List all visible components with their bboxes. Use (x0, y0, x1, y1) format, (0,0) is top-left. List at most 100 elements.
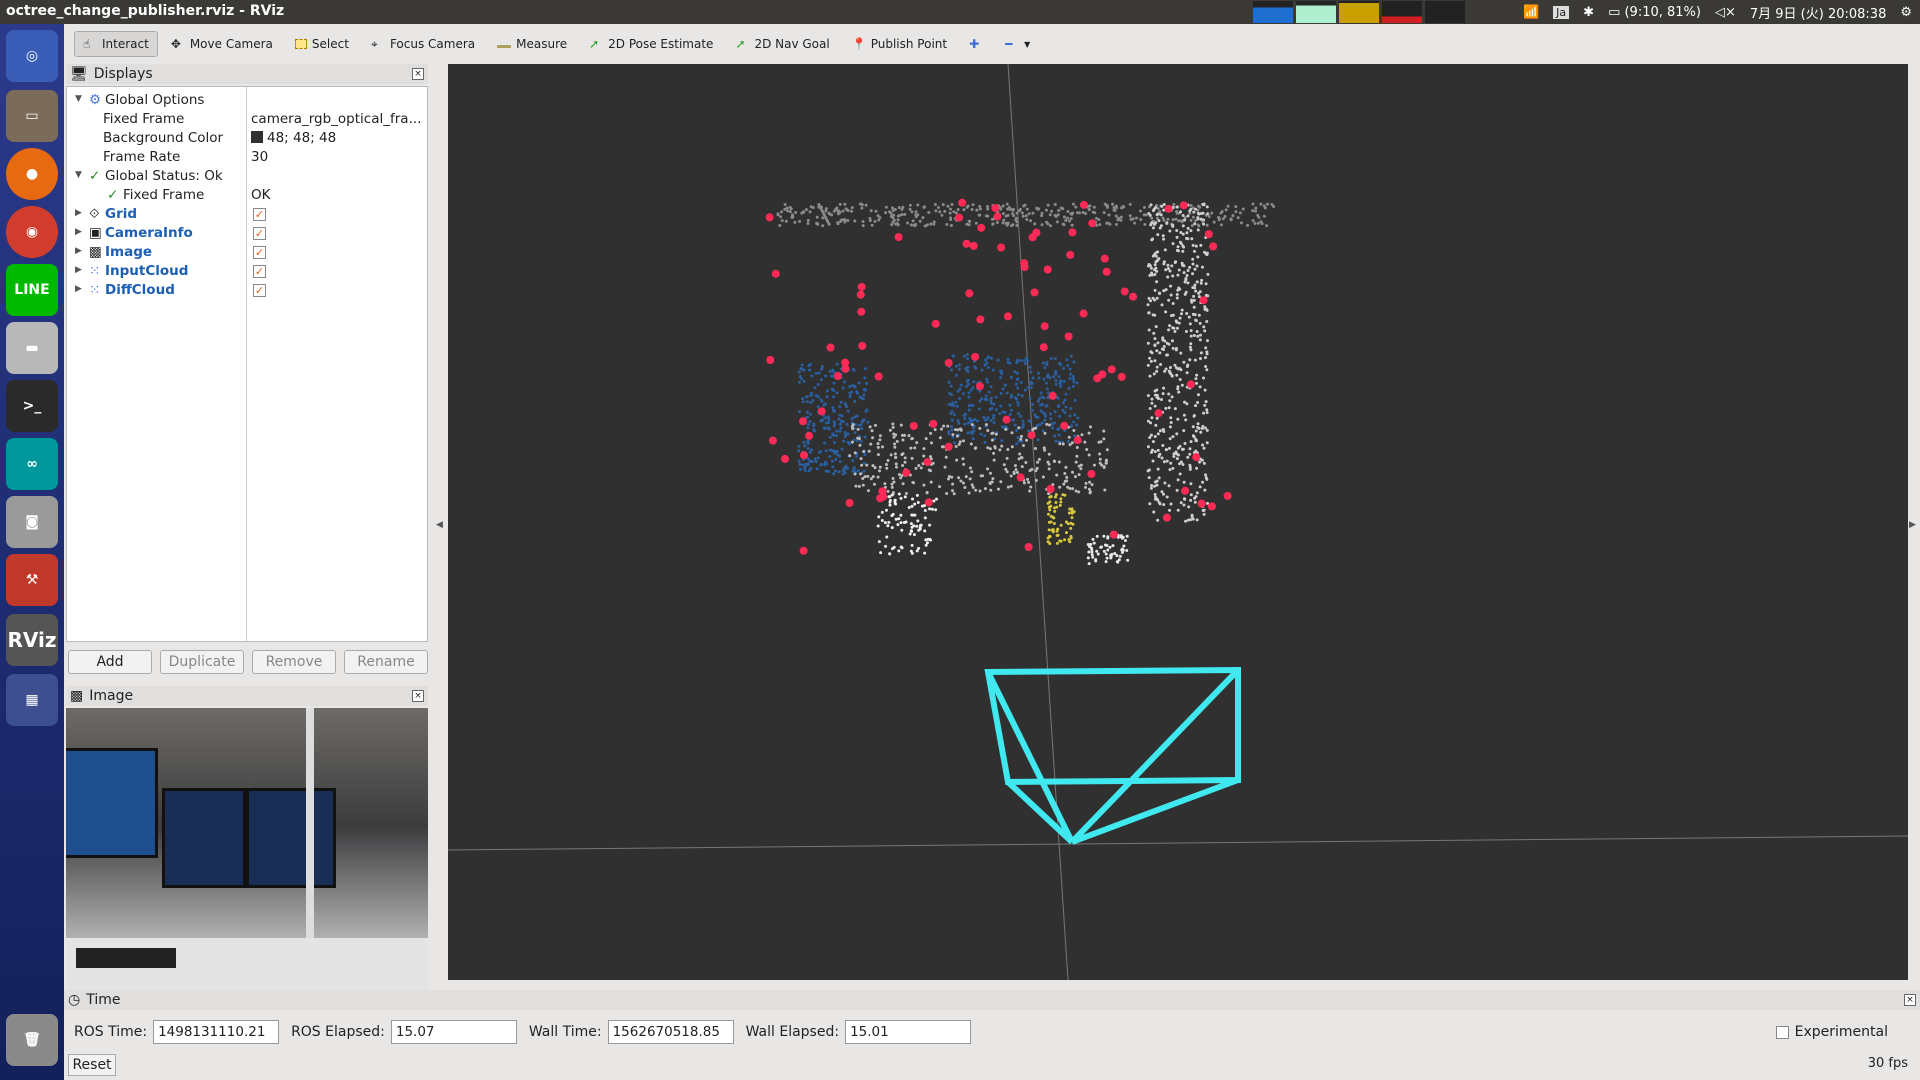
cloud-point (1048, 495, 1052, 499)
firefox-icon[interactable]: ● (6, 148, 58, 200)
add-tool-button[interactable]: ✚ (960, 31, 992, 57)
render-view[interactable] (448, 64, 1908, 980)
cloud-point (1046, 203, 1050, 207)
experimental-toggle[interactable]: Experimental (1775, 1024, 1888, 1040)
cloud-point (1111, 202, 1115, 206)
tool-2d-pose-estimate[interactable]: ➚ 2D Pose Estimate (580, 31, 722, 57)
enable-checkbox[interactable]: ✓ (253, 265, 266, 278)
tool-measure[interactable]: Measure (488, 31, 576, 57)
cloud-point (1191, 517, 1195, 521)
enable-checkbox[interactable]: ✓ (253, 246, 266, 259)
arduino-icon[interactable]: ∞ (6, 438, 58, 490)
clock[interactable]: 7月 9日 (火) 20:08:38 (1750, 3, 1886, 22)
tree-row-fixed-frame[interactable]: Fixed Frame camera_rgb_optical_fra... (67, 110, 427, 129)
reset-button[interactable]: Reset (68, 1054, 116, 1076)
wall-time-field[interactable]: 1562670518.85 (607, 1020, 734, 1044)
add-button[interactable]: Add (68, 650, 152, 674)
volume-icon[interactable]: ◁× (1715, 5, 1736, 20)
expand-arrow-icon[interactable]: ▼ (75, 94, 82, 104)
tree-row-grid[interactable]: ▶ ⟐ Grid ✓ (67, 205, 427, 224)
tree-row-inputcloud[interactable]: ▶ ⁙ InputCloud ✓ (67, 262, 427, 281)
cloud-point (1176, 417, 1180, 421)
remove-button[interactable]: Remove (252, 650, 336, 674)
tree-row-global-status[interactable]: ▼ ✓ Global Status: Ok (67, 167, 427, 186)
tree-value[interactable]: camera_rgb_optical_fra... (251, 111, 421, 127)
files-icon[interactable]: ▭ (6, 90, 58, 142)
close-icon[interactable]: × (412, 68, 424, 80)
enable-checkbox[interactable]: ✓ (253, 227, 266, 240)
chrome-icon[interactable]: ◉ (6, 206, 58, 258)
cloud-point (945, 492, 949, 496)
cloud-point (1146, 469, 1150, 473)
cloud-point (1181, 224, 1185, 228)
rename-button[interactable]: Rename (344, 650, 428, 674)
experimental-checkbox[interactable] (1775, 1025, 1789, 1039)
ros-elapsed-field[interactable]: 15.07 (390, 1020, 517, 1044)
trash-icon[interactable]: 🗑 (6, 1014, 58, 1066)
close-icon[interactable]: × (1904, 994, 1916, 1006)
cloud-point (812, 428, 816, 432)
settings-icon[interactable]: ⚒ (6, 554, 58, 606)
cloud-point (1040, 403, 1044, 407)
cloud-point (853, 219, 857, 223)
ros-time-field[interactable]: 1498131110.21 (153, 1020, 280, 1044)
cloud-point (1067, 538, 1071, 542)
expand-arrow-icon[interactable]: ▶ (75, 246, 82, 256)
collapse-left-icon[interactable]: ◀ (436, 520, 443, 530)
remove-tool-button[interactable]: ━ ▼ (996, 31, 1039, 57)
cloud-point (1253, 221, 1257, 225)
tool-2d-nav-goal[interactable]: ➚ 2D Nav Goal (726, 31, 838, 57)
disk-icon[interactable]: ▬ (6, 322, 58, 374)
cloud-point (873, 466, 877, 470)
cloud-point (1189, 218, 1193, 222)
line-icon[interactable]: LINE (6, 264, 58, 316)
tool-interact[interactable]: ☝ Interact (74, 31, 158, 57)
cloud-point (1189, 440, 1193, 444)
cloud-point (806, 426, 810, 430)
terminal-icon[interactable]: >_ (6, 380, 58, 432)
expand-arrow-icon[interactable]: ▶ (75, 208, 82, 218)
rviz-icon[interactable]: RViz (6, 614, 58, 666)
diff-point (833, 372, 842, 381)
enable-checkbox[interactable]: ✓ (253, 208, 266, 221)
cloud-point (860, 427, 864, 431)
cloud-point (850, 206, 854, 210)
cloud-point (1184, 519, 1188, 523)
tree-row-fixed-frame-status[interactable]: ✓ Fixed Frame OK (67, 186, 427, 205)
tool-select[interactable]: Select (286, 31, 358, 57)
bluetooth-icon[interactable]: ✱ (1583, 5, 1594, 20)
cloud-point (995, 220, 999, 224)
tree-row-background-color[interactable]: Background Color 48; 48; 48 (67, 129, 427, 148)
battery-indicator[interactable]: ▭ (9:10, 81%) (1608, 5, 1701, 20)
collapse-right-icon[interactable]: ▶ (1909, 520, 1916, 530)
tree-row-global-options[interactable]: ▼ ⚙ Global Options (67, 91, 427, 110)
tree-row-frame-rate[interactable]: Frame Rate 30 (67, 148, 427, 167)
tree-row-image[interactable]: ▶ ▩ Image ✓ (67, 243, 427, 262)
expand-arrow-icon[interactable]: ▶ (75, 227, 82, 237)
cloud-point (939, 427, 943, 431)
enable-checkbox[interactable]: ✓ (253, 284, 266, 297)
wifi-icon[interactable]: 📶 (1523, 5, 1539, 20)
tree-value[interactable]: 30 (251, 149, 268, 165)
cloud-point (1176, 245, 1180, 249)
wall-elapsed-field[interactable]: 15.01 (845, 1020, 972, 1044)
cloud-point (923, 551, 927, 555)
cloud-point (1161, 443, 1165, 447)
tool-publish-point[interactable]: 📍 Publish Point (843, 31, 956, 57)
duplicate-button[interactable]: Duplicate (160, 650, 244, 674)
tree-value[interactable]: 48; 48; 48 (251, 130, 336, 146)
workspace-icon[interactable]: ▦ (6, 674, 58, 726)
gear-icon[interactable]: ⚙ (1900, 5, 1912, 20)
tool-move-camera[interactable]: ✥ Move Camera (162, 31, 282, 57)
expand-arrow-icon[interactable]: ▶ (75, 265, 82, 275)
expand-arrow-icon[interactable]: ▼ (75, 170, 82, 180)
cloud-point (1153, 404, 1157, 408)
ubuntu-dash-icon[interactable]: ◎ (6, 30, 58, 82)
tool-focus-camera[interactable]: ⌖ Focus Camera (362, 31, 484, 57)
tree-row-diffcloud[interactable]: ▶ ⁙ DiffCloud ✓ (67, 281, 427, 300)
close-icon[interactable]: × (412, 690, 424, 702)
camera-icon[interactable]: ◙ (6, 496, 58, 548)
input-method[interactable]: Ja (1553, 6, 1570, 19)
tree-row-camerainfo[interactable]: ▶ ▣ CameraInfo ✓ (67, 224, 427, 243)
expand-arrow-icon[interactable]: ▶ (75, 284, 82, 294)
